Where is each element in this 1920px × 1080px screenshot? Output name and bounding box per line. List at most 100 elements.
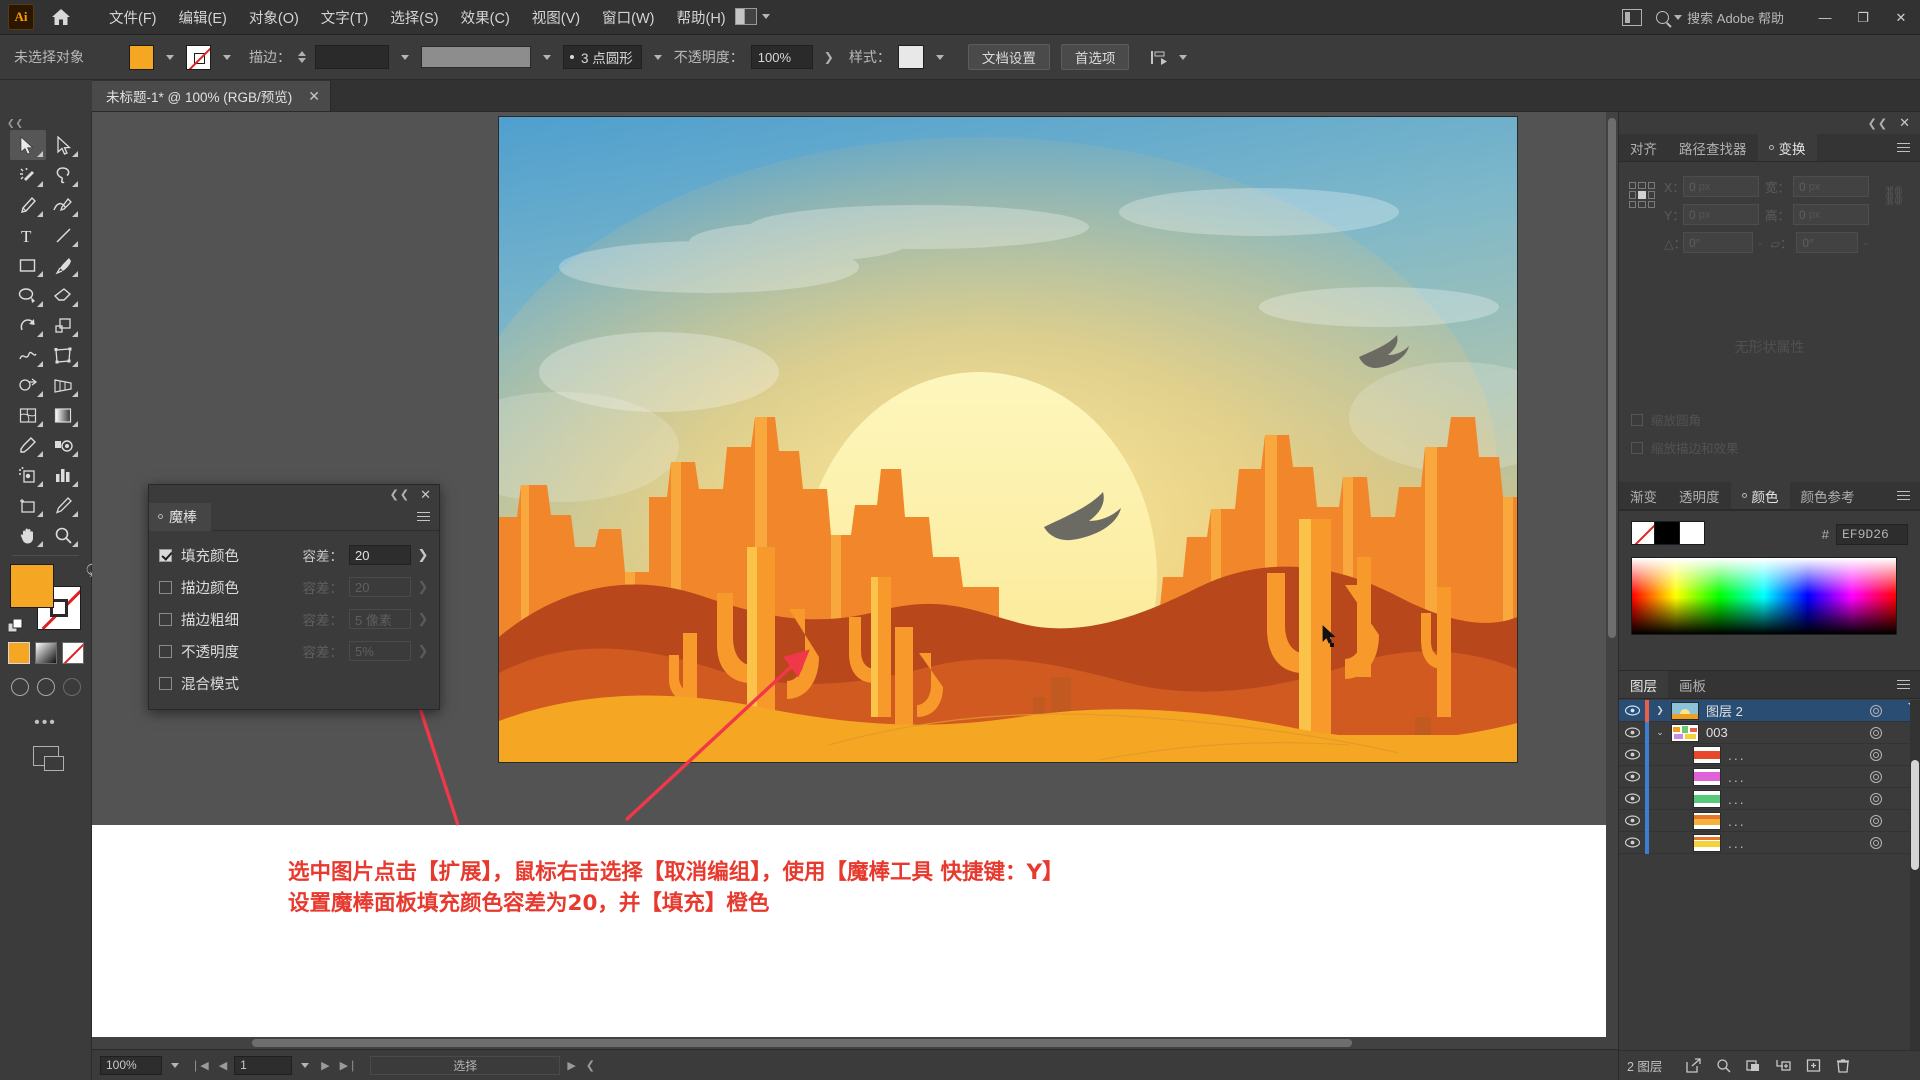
layers-scrollbar[interactable] <box>1910 700 1920 1050</box>
magic-wand-titlebar[interactable]: ❮❮ ✕ <box>149 485 439 503</box>
chevron-down-icon[interactable] <box>166 54 174 60</box>
visibility-icon[interactable] <box>1619 749 1645 760</box>
fill-color-checkbox[interactable] <box>159 548 172 562</box>
visibility-icon[interactable] <box>1619 727 1645 738</box>
stroke-color-checkbox[interactable] <box>159 580 172 594</box>
tab-magic-wand[interactable]: 魔棒 <box>149 502 211 531</box>
document-tab[interactable]: 未标题-1* @ 100% (RGB/预览) ✕ <box>92 81 331 111</box>
visibility-icon[interactable] <box>1619 793 1645 804</box>
direct-selection-tool[interactable] <box>46 130 82 160</box>
lasso-tool[interactable] <box>46 160 82 190</box>
chevron-down-icon[interactable] <box>543 54 551 60</box>
column-graph-tool[interactable] <box>46 460 82 490</box>
rotate-tool[interactable] <box>10 310 46 340</box>
panel-toggle-icon[interactable] <box>1622 9 1643 26</box>
table-row[interactable]: ... <box>1619 743 1920 766</box>
scale-tool[interactable] <box>46 310 82 340</box>
default-fill-stroke-icon[interactable] <box>7 618 25 636</box>
zoom-tool[interactable] <box>46 520 82 550</box>
screen-mode-icon[interactable] <box>32 746 64 771</box>
draw-inside-icon[interactable] <box>62 678 81 696</box>
hand-tool[interactable] <box>10 520 46 550</box>
target-circle-icon[interactable] <box>1870 771 1882 783</box>
graphic-style-swatch[interactable] <box>897 45 924 69</box>
menu-file[interactable]: 文件(F) <box>98 3 168 32</box>
menu-window[interactable]: 窗口(W) <box>591 3 665 32</box>
color-mode-button[interactable] <box>7 642 30 664</box>
current-tool-status[interactable]: 选择 <box>370 1055 561 1075</box>
paintbrush-tool[interactable] <box>46 250 82 280</box>
scale-corners-checkbox[interactable] <box>1631 413 1643 426</box>
tab-transparency[interactable]: 透明度 <box>1668 482 1731 509</box>
zoom-level-input[interactable]: 100% <box>100 1055 162 1075</box>
table-row[interactable]: ... <box>1619 765 1920 788</box>
stroke-weight-stepper[interactable] <box>298 51 306 63</box>
brush-definition[interactable]: 3 点圆形 <box>563 45 642 69</box>
chevron-down-icon[interactable] <box>401 54 409 60</box>
draw-behind-icon[interactable] <box>36 678 55 696</box>
magic-wand-row-fill[interactable]: 填充颜色 容差： 20 ❯ <box>159 542 429 568</box>
opacity-checkbox[interactable] <box>159 644 172 658</box>
close-icon[interactable]: ✕ <box>1899 115 1910 131</box>
maximize-button[interactable]: ❐ <box>1844 0 1882 35</box>
table-row[interactable]: ❯ 图层 2 <box>1619 700 1920 722</box>
stroke-weight-input[interactable] <box>315 45 389 69</box>
menu-view[interactable]: 视图(V) <box>521 3 591 32</box>
collapse-icon[interactable]: ❮❮ <box>1868 117 1888 130</box>
chevron-down-icon[interactable]: ⌄ <box>1756 237 1764 248</box>
type-tool[interactable]: T <box>10 220 46 250</box>
selection-tool[interactable] <box>10 130 46 160</box>
rotate-input[interactable]: 0° <box>1683 232 1753 253</box>
chevron-right-icon[interactable]: ❯ <box>417 611 429 627</box>
layer-name[interactable]: ... <box>1728 769 1746 785</box>
perspective-grid-tool[interactable] <box>46 370 82 400</box>
eraser-tool[interactable] <box>46 280 82 310</box>
last-artboard-icon[interactable]: ▶❘ <box>337 1059 361 1072</box>
y-input[interactable]: 0 px <box>1683 204 1759 225</box>
symbol-sprayer-tool[interactable] <box>10 460 46 490</box>
hex-input[interactable]: EF9D26 <box>1836 523 1908 545</box>
stroke-weight-checkbox[interactable] <box>159 612 172 626</box>
first-artboard-icon[interactable]: ❘◀ <box>188 1059 212 1072</box>
dock-header[interactable]: ❮❮ ✕ <box>1619 112 1920 134</box>
status-expand-icon[interactable]: ▶ <box>564 1059 578 1072</box>
target-circle-icon[interactable] <box>1870 793 1882 805</box>
menu-effect[interactable]: 效果(C) <box>450 3 521 32</box>
stroke-color-swatch[interactable] <box>186 44 211 70</box>
layer-name[interactable]: ... <box>1728 791 1746 807</box>
target-circle-icon[interactable] <box>1870 837 1882 849</box>
tab-layers[interactable]: 图层 <box>1619 671 1668 698</box>
magic-wand-panel[interactable]: ❮❮ ✕ 魔棒 填充颜色 容差： 20 ❯ 描边颜色 容差： 20 ❯ 描边粗细… <box>148 484 440 710</box>
menu-select[interactable]: 选择(S) <box>379 3 449 32</box>
tab-color-guide[interactable]: 颜色参考 <box>1789 482 1866 509</box>
collapse-icon[interactable]: ❮❮ <box>390 488 410 501</box>
magic-wand-row-stroke-weight[interactable]: 描边粗细 容差： 5 像素 ❯ <box>159 606 429 632</box>
close-icon[interactable]: ✕ <box>308 89 320 103</box>
visibility-icon[interactable] <box>1619 837 1645 848</box>
home-icon[interactable] <box>46 2 76 32</box>
layer-name[interactable]: ... <box>1728 813 1746 829</box>
vertical-scrollbar[interactable] <box>1606 112 1618 1037</box>
none-swatch[interactable] <box>1631 521 1655 545</box>
layer-name[interactable]: ... <box>1728 747 1746 763</box>
shaper-tool[interactable] <box>10 280 46 310</box>
tab-artboards[interactable]: 画板 <box>1668 671 1717 698</box>
panel-menu-icon[interactable] <box>1897 134 1920 161</box>
tab-gradient[interactable]: 渐变 <box>1619 482 1668 509</box>
stroke-color-tolerance-input[interactable]: 20 <box>349 577 411 597</box>
search-help[interactable]: 搜索 Adobe 帮助 <box>1656 8 1784 27</box>
chevron-right-icon[interactable]: ❯ <box>417 579 429 595</box>
prev-artboard-icon[interactable]: ◀ <box>216 1059 230 1072</box>
variable-width-profile[interactable] <box>421 46 531 68</box>
menu-help[interactable]: 帮助(H) <box>665 3 736 32</box>
draw-normal-icon[interactable] <box>10 678 29 696</box>
chevron-right-icon[interactable]: ❯ <box>417 643 429 659</box>
panel-menu-icon[interactable] <box>417 511 430 522</box>
tab-transform[interactable]: 变换 <box>1757 134 1817 161</box>
next-artboard-icon[interactable]: ▶ <box>318 1059 332 1072</box>
horizontal-scrollbar[interactable] <box>92 1037 1618 1049</box>
opacity-tolerance-input[interactable]: 5% <box>349 641 411 661</box>
slice-tool[interactable] <box>46 490 82 520</box>
magic-wand-row-opacity[interactable]: 不透明度 容差： 5% ❯ <box>159 638 429 664</box>
scale-strokes-checkbox[interactable] <box>1631 441 1643 454</box>
